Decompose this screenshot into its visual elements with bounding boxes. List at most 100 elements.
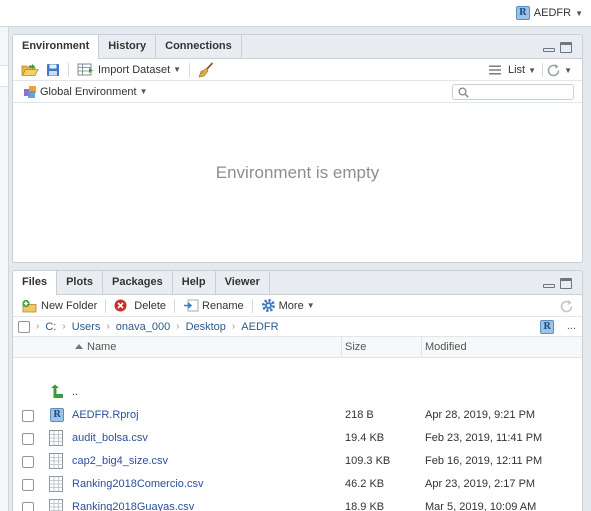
- file-size: 46.2 KB: [345, 478, 385, 490]
- environment-tabbar: Environment History Connections: [13, 35, 582, 59]
- rename-icon: [184, 299, 199, 312]
- environment-empty-message: Environment is empty: [215, 163, 380, 182]
- open-folder-icon: [21, 63, 39, 76]
- left-pane-edge: [0, 27, 9, 511]
- column-modified[interactable]: Modified: [421, 337, 551, 358]
- file-modified: Mar 5, 2019, 10:09 AM: [425, 501, 537, 511]
- column-size[interactable]: Size: [341, 337, 421, 358]
- chevron-down-icon: ▼: [575, 8, 583, 18]
- file-checkbox[interactable]: [22, 410, 34, 422]
- file-list-header: Name Size Modified: [13, 337, 582, 358]
- refresh-icon: [547, 63, 560, 76]
- files-toolbar: New Folder Delete Rename More ▼: [13, 295, 582, 317]
- refresh-files-button[interactable]: [557, 297, 576, 315]
- more-path-button[interactable]: ...: [567, 320, 576, 332]
- table-row[interactable]: R AEDFR.Rproj 218 B Apr 28, 2019, 9:21 P…: [13, 404, 582, 427]
- chevron-down-icon: ▼: [139, 87, 148, 96]
- table-import-icon: [77, 63, 93, 76]
- minimize-pane-button[interactable]: [543, 48, 555, 52]
- clear-workspace-button[interactable]: [196, 61, 216, 79]
- file-name[interactable]: Ranking2018Guayas.csv: [72, 501, 194, 511]
- file-modified: Feb 16, 2019, 12:11 PM: [425, 455, 543, 467]
- tab-files[interactable]: Files: [13, 271, 58, 295]
- csv-file-icon: [49, 499, 63, 511]
- select-all-checkbox[interactable]: [18, 320, 30, 333]
- file-size: 19.4 KB: [345, 432, 385, 444]
- environment-scope-bar: Global Environment ▼: [13, 81, 582, 103]
- more-label: More: [278, 299, 304, 312]
- tab-packages[interactable]: Packages: [103, 271, 173, 294]
- top-bar: R AEDFR ▼: [0, 0, 591, 27]
- tab-help[interactable]: Help: [173, 271, 216, 294]
- rproj-icon: R: [50, 408, 64, 422]
- file-checkbox[interactable]: [22, 479, 34, 491]
- csv-file-icon: [49, 453, 63, 469]
- file-checkbox[interactable]: [22, 502, 34, 511]
- tab-viewer[interactable]: Viewer: [216, 271, 270, 294]
- environment-scope-dropdown[interactable]: Global Environment ▼: [21, 83, 150, 101]
- cubes-icon: [24, 85, 36, 98]
- import-dataset-label: Import Dataset: [98, 63, 171, 76]
- environment-search-input[interactable]: [471, 86, 569, 98]
- view-mode-label: List: [507, 64, 526, 76]
- file-modified: Apr 28, 2019, 9:21 PM: [425, 409, 536, 421]
- chevron-down-icon: ▼: [173, 65, 182, 74]
- table-row[interactable]: Ranking2018Guayas.csv 18.9 KB Mar 5, 201…: [13, 496, 582, 511]
- file-modified: Apr 23, 2019, 2:17 PM: [425, 478, 536, 490]
- refresh-environment-button[interactable]: ▼: [544, 61, 574, 79]
- go-to-project-dir-icon[interactable]: R: [540, 320, 554, 334]
- file-name[interactable]: AEDFR.Rproj: [72, 409, 139, 421]
- list-icon: [488, 65, 501, 75]
- file-size: 109.3 KB: [345, 455, 391, 467]
- rename-label: Rename: [202, 299, 244, 312]
- delete-label: Delete: [134, 299, 167, 312]
- tab-history[interactable]: History: [99, 35, 157, 58]
- environment-search[interactable]: [452, 84, 574, 100]
- refresh-icon: [560, 299, 573, 312]
- table-row[interactable]: cap2_big4_size.csv 109.3 KB Feb 16, 2019…: [13, 450, 582, 473]
- breadcrumb-item[interactable]: Users: [72, 321, 101, 333]
- column-name[interactable]: Name: [87, 337, 116, 358]
- file-checkbox[interactable]: [22, 456, 34, 468]
- maximize-pane-button[interactable]: [560, 278, 572, 289]
- rproject-icon: R: [515, 6, 530, 20]
- breadcrumb-item[interactable]: C:: [45, 321, 56, 333]
- breadcrumb-item[interactable]: onava_000: [116, 321, 170, 333]
- file-checkbox[interactable]: [22, 433, 34, 445]
- save-workspace-button[interactable]: [44, 61, 62, 79]
- up-arrow-icon: [51, 384, 63, 398]
- table-row[interactable]: audit_bolsa.csv 19.4 KB Feb 23, 2019, 11…: [13, 427, 582, 450]
- breadcrumb: › C: › Users › onava_000 › Desktop › AED…: [13, 317, 582, 337]
- tab-environment[interactable]: Environment: [13, 35, 100, 59]
- more-menu-button[interactable]: More ▼: [259, 297, 317, 315]
- breadcrumb-item[interactable]: AEDFR: [241, 321, 278, 333]
- delete-button[interactable]: Delete: [112, 297, 168, 315]
- gear-icon: [261, 299, 275, 312]
- file-name[interactable]: Ranking2018Comercio.csv: [72, 478, 203, 490]
- minimize-pane-button[interactable]: [543, 284, 555, 288]
- project-menu[interactable]: R AEDFR ▼: [515, 6, 583, 20]
- project-name: AEDFR: [533, 7, 572, 19]
- new-folder-label: New Folder: [41, 299, 98, 312]
- chevron-down-icon: ▼: [306, 301, 315, 310]
- parent-directory-row[interactable]: ..: [13, 381, 582, 404]
- save-icon: [47, 63, 59, 76]
- rename-button[interactable]: Rename: [181, 297, 246, 315]
- search-icon: [458, 87, 469, 98]
- maximize-pane-button[interactable]: [560, 42, 572, 53]
- load-workspace-button[interactable]: [19, 61, 41, 79]
- file-modified: Feb 23, 2019, 11:41 PM: [425, 432, 543, 444]
- tab-plots[interactable]: Plots: [57, 271, 103, 294]
- tab-connections[interactable]: Connections: [156, 35, 242, 58]
- import-dataset-button[interactable]: Import Dataset ▼: [75, 61, 183, 79]
- file-size: 218 B: [345, 409, 374, 421]
- view-mode-dropdown[interactable]: List ▼: [487, 61, 538, 79]
- table-row[interactable]: Ranking2018Comercio.csv 46.2 KB Apr 23, …: [13, 473, 582, 496]
- new-folder-button[interactable]: New Folder: [19, 297, 99, 315]
- breadcrumb-item[interactable]: Desktop: [186, 321, 226, 333]
- sort-ascending-icon: [75, 344, 83, 349]
- parent-directory-label[interactable]: ..: [72, 386, 78, 398]
- csv-file-icon: [49, 430, 63, 446]
- file-name[interactable]: audit_bolsa.csv: [72, 432, 148, 444]
- file-name[interactable]: cap2_big4_size.csv: [72, 455, 168, 467]
